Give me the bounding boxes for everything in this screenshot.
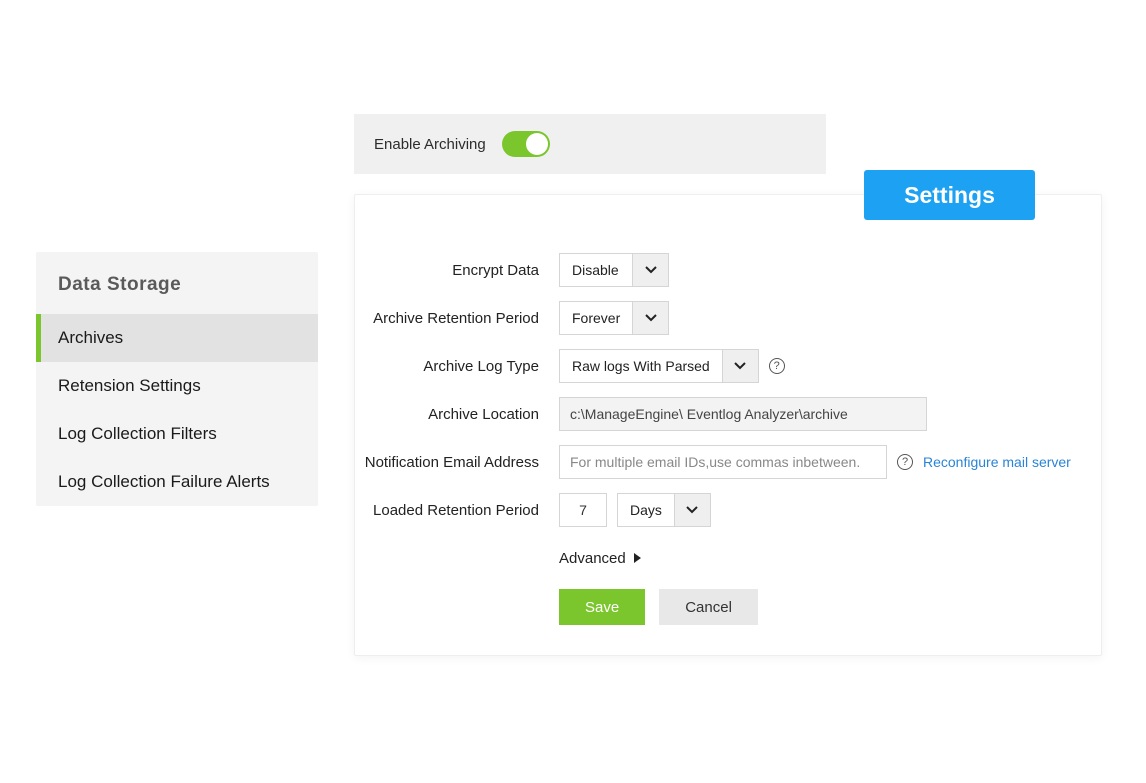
archive-retention-label: Archive Retention Period: [355, 310, 559, 327]
chevron-down-icon: [632, 302, 668, 334]
archive-retention-select[interactable]: Forever: [559, 301, 669, 335]
enable-archiving-label: Enable Archiving: [374, 136, 486, 153]
chevron-down-icon: [722, 350, 758, 382]
chevron-down-icon: [632, 254, 668, 286]
advanced-toggle[interactable]: Advanced: [559, 550, 641, 567]
enable-archiving-toggle[interactable]: [502, 131, 550, 157]
archive-location-label: Archive Location: [355, 406, 559, 423]
cancel-button[interactable]: Cancel: [659, 589, 758, 625]
reconfigure-mail-server-link[interactable]: Reconfigure mail server: [923, 454, 1071, 470]
settings-tab[interactable]: Settings: [864, 170, 1035, 220]
sidebar-title: Data Storage: [36, 252, 318, 314]
encrypt-data-label: Encrypt Data: [355, 262, 559, 279]
row-buttons: Save Cancel: [355, 589, 1101, 625]
help-icon[interactable]: ?: [897, 454, 913, 470]
row-archive-log-type: Archive Log Type Raw logs With Parsed ?: [355, 349, 1101, 383]
loaded-retention-label: Loaded Retention Period: [355, 502, 559, 519]
loaded-retention-unit-select[interactable]: Days: [617, 493, 711, 527]
notification-email-input[interactable]: [559, 445, 887, 479]
archive-retention-value: Forever: [560, 302, 632, 334]
sidebar: Data Storage Archives Retension Settings…: [36, 252, 318, 506]
archive-log-type-label: Archive Log Type: [355, 358, 559, 375]
archive-log-type-value: Raw logs With Parsed: [560, 350, 722, 382]
sidebar-item-label: Log Collection Filters: [58, 424, 217, 443]
encrypt-data-select[interactable]: Disable: [559, 253, 669, 287]
settings-panel: Encrypt Data Disable Archive Retention P…: [354, 194, 1102, 656]
sidebar-item-retension-settings[interactable]: Retension Settings: [36, 362, 318, 410]
row-loaded-retention: Loaded Retention Period Days: [355, 493, 1101, 527]
loaded-retention-input[interactable]: [559, 493, 607, 527]
sidebar-item-label: Retension Settings: [58, 376, 201, 395]
chevron-down-icon: [674, 494, 710, 526]
row-notification-email: Notification Email Address ? Reconfigure…: [355, 445, 1101, 479]
notification-email-label: Notification Email Address: [355, 454, 559, 471]
sidebar-item-log-collection-failure-alerts[interactable]: Log Collection Failure Alerts: [36, 458, 318, 506]
loaded-retention-unit-value: Days: [618, 494, 674, 526]
save-button[interactable]: Save: [559, 589, 645, 625]
help-icon[interactable]: ?: [769, 358, 785, 374]
row-archive-location: Archive Location: [355, 397, 1101, 431]
encrypt-data-value: Disable: [560, 254, 632, 286]
row-encrypt-data: Encrypt Data Disable: [355, 253, 1101, 287]
enable-archiving-bar: Enable Archiving: [354, 114, 826, 174]
settings-tab-label: Settings: [904, 182, 995, 209]
archive-log-type-select[interactable]: Raw logs With Parsed: [559, 349, 759, 383]
row-archive-retention: Archive Retention Period Forever: [355, 301, 1101, 335]
sidebar-item-label: Archives: [58, 328, 123, 347]
sidebar-item-archives[interactable]: Archives: [36, 314, 318, 362]
advanced-label: Advanced: [559, 550, 626, 567]
caret-right-icon: [634, 553, 641, 563]
sidebar-item-label: Log Collection Failure Alerts: [58, 472, 270, 491]
row-advanced: Advanced: [355, 541, 1101, 575]
sidebar-item-log-collection-filters[interactable]: Log Collection Filters: [36, 410, 318, 458]
archive-location-input[interactable]: [559, 397, 927, 431]
